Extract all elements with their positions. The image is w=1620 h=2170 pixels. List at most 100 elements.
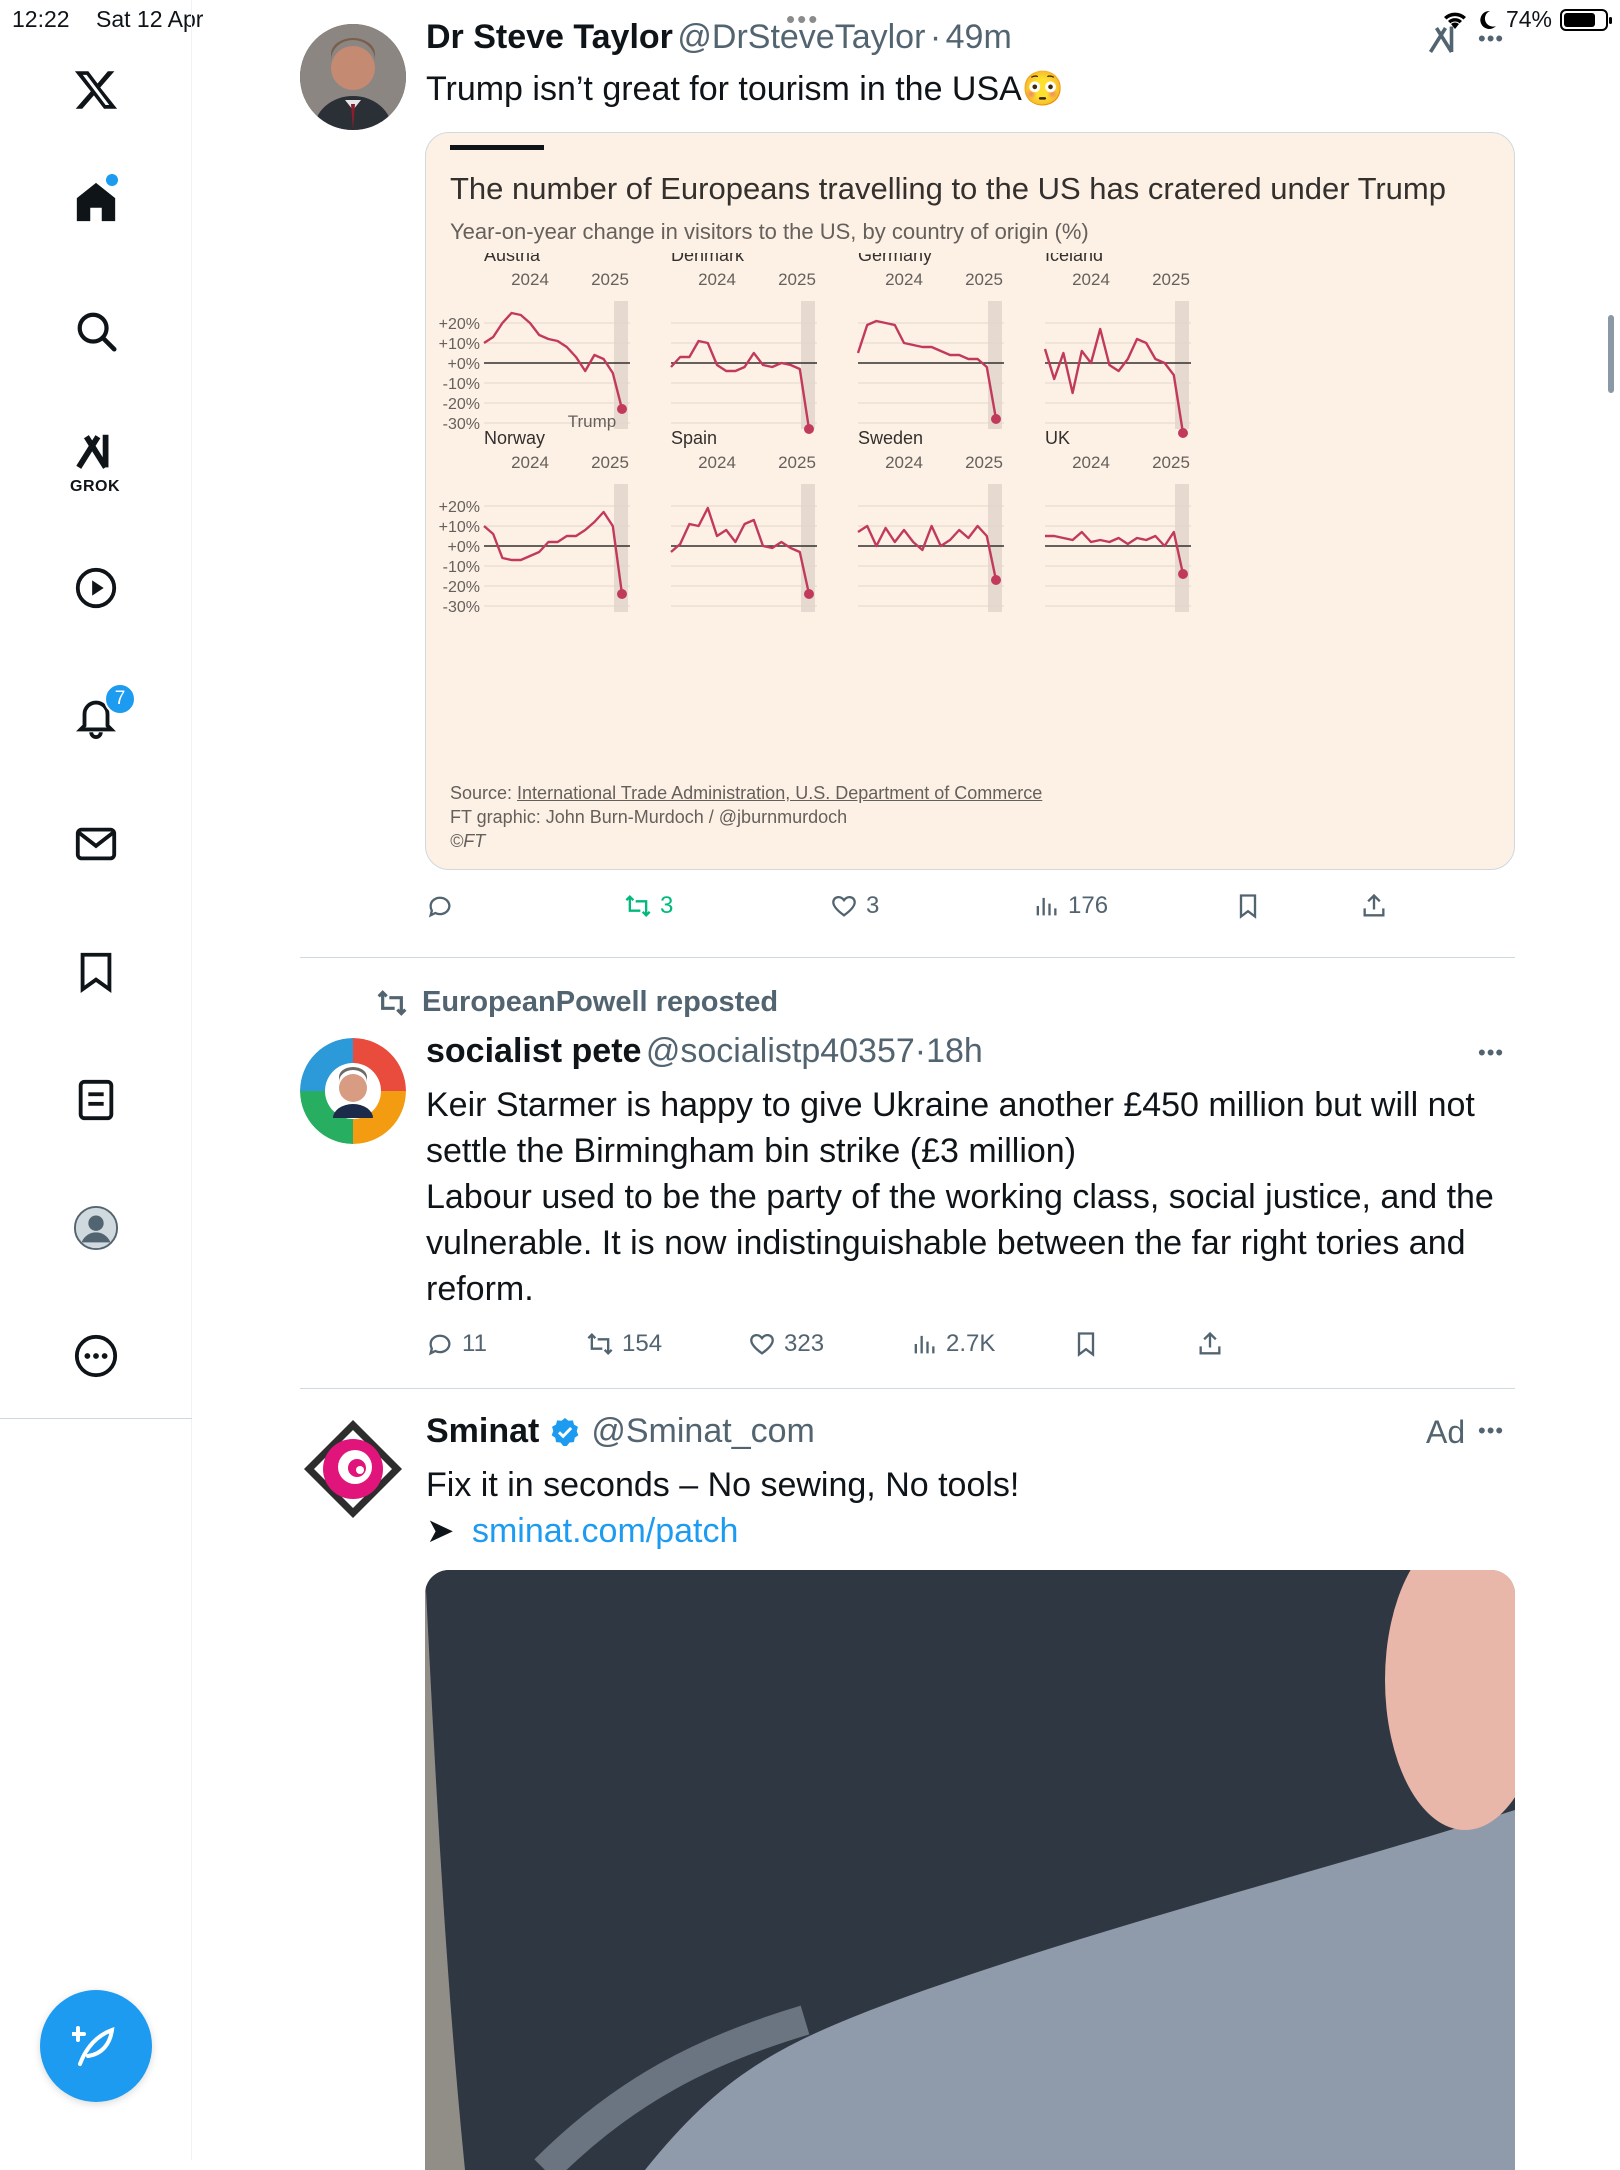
views-button[interactable]: 2.7K — [910, 1330, 995, 1358]
share-button[interactable] — [1360, 892, 1388, 920]
messages-icon[interactable] — [62, 810, 130, 878]
y-tick-label: -20% — [443, 396, 480, 413]
y-tick-label: -10% — [443, 559, 480, 576]
repost-context[interactable]: EuropeanPowell reposted — [376, 986, 778, 1019]
ad-link-line: ➤ sminat.com/patch — [426, 1508, 738, 1554]
post-more-icon[interactable]: ••• — [1478, 1418, 1504, 1444]
bookmark-button[interactable] — [1234, 892, 1262, 920]
series-line — [1045, 530, 1185, 575]
y-tick-label: +0% — [448, 356, 480, 373]
chart-subtitle: Year-on-year change in visitors to the U… — [450, 219, 1089, 244]
post-text: Trump isn’t great for tourism in the USA… — [426, 70, 1065, 108]
post-header: Sminat @Sminat_com — [426, 1412, 815, 1451]
author-handle[interactable]: @Sminat_com — [591, 1412, 814, 1451]
y-tick-label: +10% — [439, 519, 480, 536]
video-icon[interactable] — [62, 554, 130, 622]
series-line — [483, 510, 624, 595]
more-icon[interactable] — [62, 1322, 130, 1390]
series-line — [670, 506, 811, 595]
repost-count: 154 — [622, 1330, 663, 1357]
author-name[interactable]: socialist pete — [426, 1032, 641, 1070]
ft-header-bar — [450, 145, 544, 150]
reply-button[interactable] — [426, 892, 462, 920]
x-tick-label: 2024 — [511, 453, 549, 472]
grok-post-icon[interactable] — [1426, 22, 1462, 63]
post-divider — [300, 957, 1515, 958]
panel-name: Spain — [671, 428, 717, 448]
x-tick-label: 2025 — [965, 453, 1003, 472]
bookmarks-icon[interactable] — [62, 938, 130, 1006]
post-text: Fix it in seconds – No sewing, No tools! — [426, 1466, 1020, 1504]
status-right: 74% — [1440, 6, 1612, 33]
post-text-line: settle the Birmingham bin strike (£3 mil… — [426, 1132, 1077, 1170]
post-actions: 11 154 323 2.7K — [426, 1330, 1516, 1370]
verified-badge-icon — [552, 1417, 579, 1446]
panel-name: Iceland — [1045, 253, 1103, 265]
header-separator: · — [929, 18, 942, 56]
like-button[interactable]: 323 — [748, 1330, 824, 1358]
repost-button[interactable]: 3 — [624, 892, 673, 920]
author-handle[interactable]: @socialistp40357 — [646, 1032, 915, 1070]
post-time[interactable]: 18h — [926, 1032, 983, 1070]
compose-post-button[interactable] — [40, 1990, 152, 2102]
bookmark-icon — [1239, 894, 1257, 919]
repost-icon — [587, 1333, 613, 1355]
lists-icon[interactable] — [62, 1066, 130, 1134]
profile-icon[interactable] — [62, 1194, 130, 1262]
x-tick-label: 2024 — [511, 270, 549, 289]
ad-link[interactable]: sminat.com/patch — [472, 1512, 738, 1550]
post-more-icon[interactable]: ••• — [1478, 1040, 1504, 1066]
left-nav: GROK 7 — [0, 0, 192, 2160]
y-tick-label: -10% — [443, 376, 480, 393]
reply-button[interactable]: 11 — [426, 1330, 487, 1358]
panel-name: Germany — [858, 253, 932, 265]
avatar[interactable] — [300, 1416, 406, 1522]
grok-icon[interactable] — [62, 418, 130, 486]
like-count: 323 — [784, 1330, 825, 1357]
home-icon[interactable] — [62, 168, 130, 236]
source-prefix: Source: — [450, 783, 518, 803]
post-time[interactable]: 49m — [946, 18, 1012, 56]
reply-icon — [428, 896, 451, 918]
views-button[interactable]: 176 — [1032, 892, 1108, 920]
series-end-point — [804, 589, 814, 599]
like-button[interactable]: 3 — [830, 892, 879, 920]
post-divider — [300, 1388, 1515, 1389]
panel-name: Austria — [484, 253, 541, 265]
repost-context-icon — [377, 989, 407, 1016]
share-button[interactable] — [1196, 1330, 1224, 1358]
views-count: 2.7K — [946, 1330, 996, 1357]
x-logo-icon[interactable] — [62, 56, 130, 124]
series-line — [483, 311, 624, 410]
y-tick-label: +20% — [439, 499, 480, 516]
series-line — [856, 319, 998, 420]
x-tick-label: 2025 — [1152, 270, 1190, 289]
bookmark-button[interactable] — [1072, 1330, 1100, 1358]
post-text-line: reform. — [426, 1270, 534, 1308]
ad-media-image[interactable] — [425, 1570, 1515, 2170]
source-link[interactable]: International Trade Administration, U.S.… — [517, 783, 1042, 803]
chart-copyright: ©FT — [450, 831, 486, 851]
author-name[interactable]: Sminat — [426, 1412, 539, 1451]
author-name[interactable]: Dr Steve Taylor — [426, 18, 673, 56]
avatar[interactable] — [300, 1038, 406, 1144]
series-end-point — [991, 575, 1001, 585]
repost-button[interactable]: 154 — [586, 1330, 662, 1358]
reposted-by: EuropeanPowell reposted — [422, 986, 779, 1018]
search-icon[interactable] — [62, 297, 130, 365]
post-actions: 3 3 176 — [426, 892, 1516, 932]
series-line — [857, 524, 998, 581]
compose-feather-icon — [72, 2026, 115, 2066]
author-handle[interactable]: @DrSteveTaylor — [677, 18, 925, 56]
views-count: 176 — [1068, 892, 1109, 919]
post-text-line: Keir Starmer is happy to give Ukraine an… — [426, 1086, 1475, 1124]
scrollbar-thumb[interactable] — [1608, 315, 1614, 393]
chart-title: The number of Europeans travelling to th… — [450, 171, 1446, 206]
chart-image-card[interactable]: The number of Europeans travelling to th… — [425, 132, 1515, 870]
y-tick-label: +20% — [439, 316, 480, 333]
trump-annotation: Trump — [568, 412, 617, 431]
x-tick-label: 2025 — [778, 453, 816, 472]
avatar[interactable] — [300, 24, 406, 130]
post-more-icon[interactable]: ••• — [1478, 26, 1504, 52]
series-end-point — [617, 404, 627, 414]
